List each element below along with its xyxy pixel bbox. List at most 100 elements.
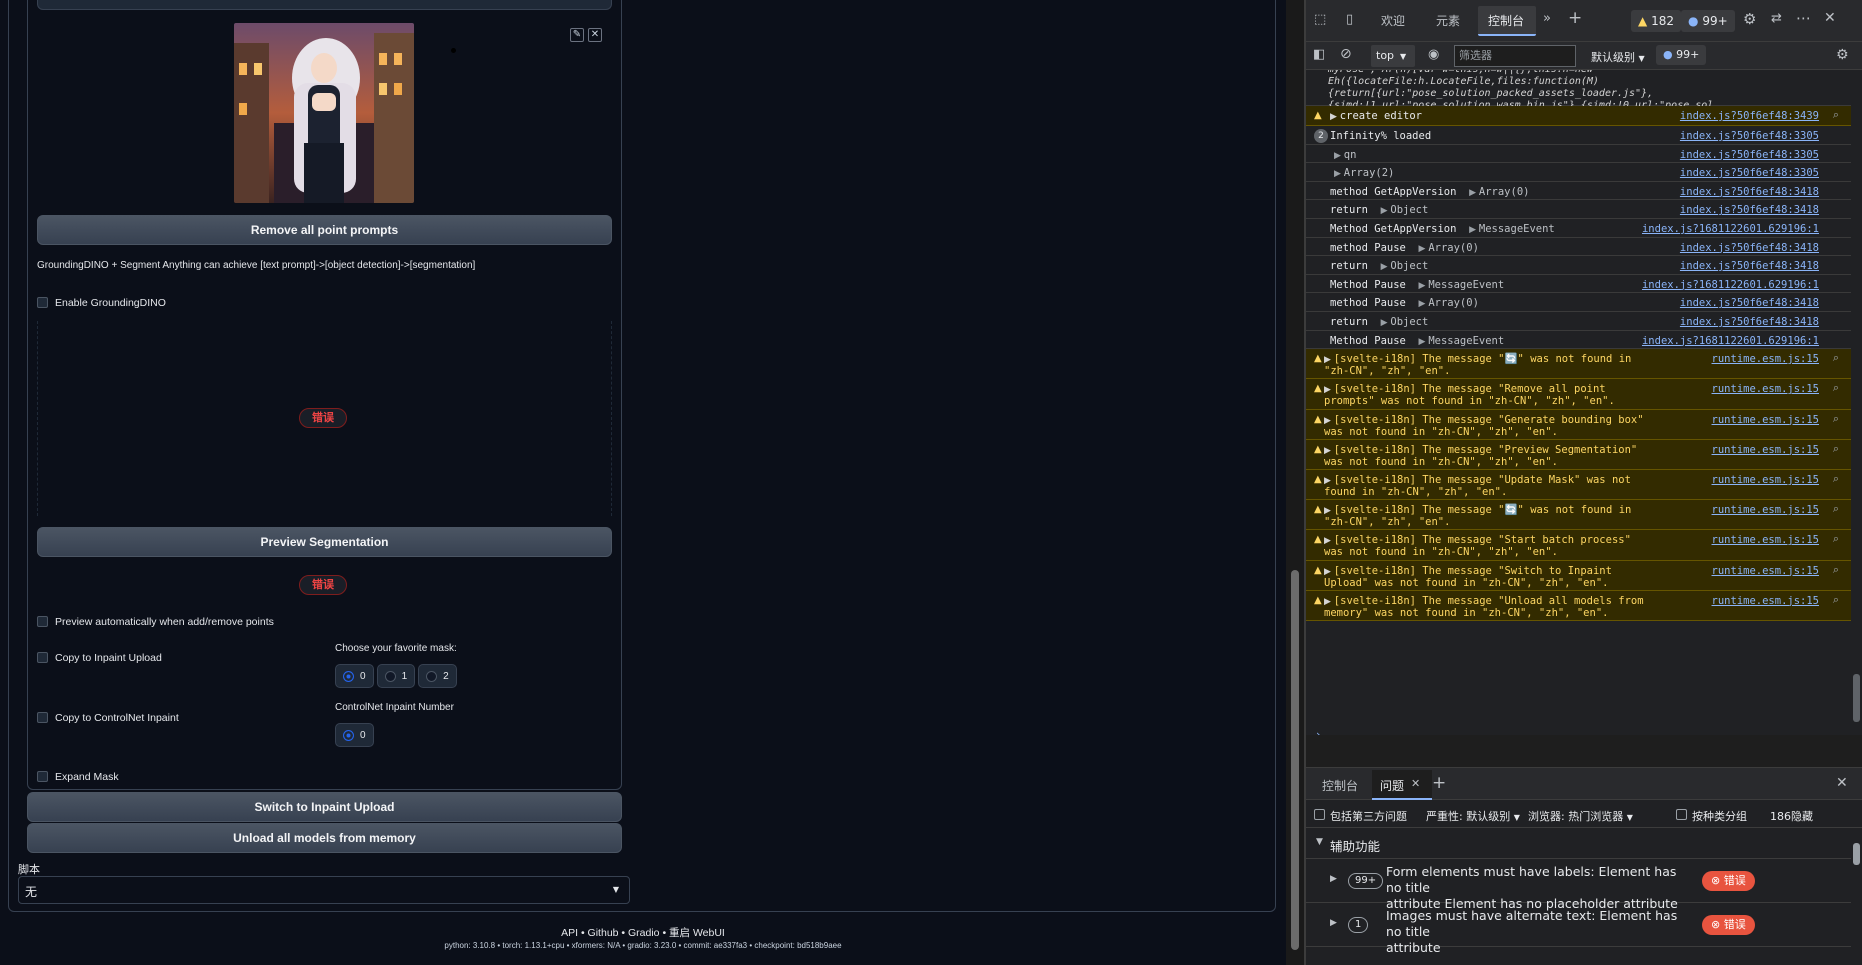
- severity-select[interactable]: 严重性: 默认级别 ▼: [1426, 808, 1520, 824]
- footer-links[interactable]: API • Github • Gradio • 重启 WebUI: [0, 925, 1286, 940]
- log-object[interactable]: Array(0): [1428, 297, 1479, 309]
- gear-icon[interactable]: ⚙: [1743, 10, 1756, 28]
- close-icon[interactable]: ✕: [1411, 777, 1420, 790]
- enable-groundingdino-checkbox[interactable]: [37, 297, 48, 308]
- console-source-link[interactable]: index.js?1681122601.629196:1: [1642, 278, 1819, 292]
- console-source-link[interactable]: index.js?50f6ef48:3439: [1680, 109, 1819, 123]
- sidebar-toggle-icon[interactable]: ◧: [1313, 47, 1325, 62]
- mask-option-2[interactable]: 2: [418, 664, 457, 688]
- expand-arrow-icon[interactable]: ▶: [1381, 262, 1391, 272]
- device-toolbar-icon[interactable]: ▯: [1346, 12, 1353, 27]
- expand-arrow-icon[interactable]: ▶: [1469, 188, 1479, 198]
- console-source-link[interactable]: runtime.esm.js:15: [1712, 443, 1819, 457]
- search-icon[interactable]: ⌕: [1833, 502, 1839, 516]
- eye-icon[interactable]: ◉: [1428, 47, 1439, 62]
- controlnet-option-0[interactable]: 0: [335, 723, 374, 747]
- expand-arrow-icon[interactable]: ▶: [1419, 337, 1429, 347]
- console-scrollbar[interactable]: [1851, 70, 1862, 735]
- issues-count-badge[interactable]: ● 99+: [1656, 45, 1707, 65]
- group-by-kind-checkbox[interactable]: [1676, 809, 1687, 820]
- expand-mask-checkbox[interactable]: [37, 771, 48, 782]
- console-source-link[interactable]: index.js?50f6ef48:3305: [1680, 148, 1819, 162]
- expand-arrow-icon[interactable]: ▶: [1381, 206, 1391, 216]
- console-source-link[interactable]: index.js?1681122601.629196:1: [1642, 222, 1819, 236]
- console-source-link[interactable]: index.js?50f6ef48:3305: [1680, 166, 1819, 180]
- message-count-badge[interactable]: ● 99+: [1681, 10, 1735, 32]
- console-source-link[interactable]: runtime.esm.js:15: [1712, 413, 1819, 427]
- close-icon[interactable]: ✕: [1824, 10, 1836, 26]
- log-object[interactable]: MessageEvent: [1428, 279, 1504, 291]
- console-warning[interactable]: ▲ ▶ [svelte-i18n] The message "Switch to …: [1306, 560, 1851, 591]
- console-log[interactable]: return ▶ Object index.js?50f6ef48:3418: [1306, 312, 1851, 331]
- log-object[interactable]: Object: [1390, 316, 1428, 328]
- console-warning[interactable]: ▲ ▶ [svelte-i18n] The message "Update Mas…: [1306, 470, 1851, 501]
- browser-select[interactable]: 浏览器: 热门浏览器 ▼: [1528, 808, 1633, 824]
- console-warning[interactable]: ▲ ▶ [svelte-i18n] The message "Unload all…: [1306, 590, 1851, 621]
- console-source-link[interactable]: index.js?50f6ef48:3418: [1680, 259, 1819, 273]
- drawer-tab-console[interactable]: 控制台: [1322, 777, 1358, 794]
- log-object[interactable]: MessageEvent: [1479, 223, 1555, 235]
- console-warning[interactable]: ▲ ▶ [svelte-i18n] The message "🔄" was not…: [1306, 349, 1851, 380]
- log-object[interactable]: MessageEvent: [1428, 335, 1504, 347]
- console-source-link[interactable]: runtime.esm.js:15: [1712, 503, 1819, 517]
- search-icon[interactable]: ⌕: [1833, 108, 1839, 122]
- add-tab-icon[interactable]: +: [1432, 773, 1446, 793]
- inspect-element-icon[interactable]: ⬚: [1314, 12, 1326, 27]
- log-object[interactable]: Array(0): [1479, 186, 1530, 198]
- issue-row[interactable]: ▶ 99+ Form elements must have labels: Elem…: [1306, 859, 1851, 911]
- search-icon[interactable]: ⌕: [1833, 412, 1839, 426]
- console-log[interactable]: Method Pause ▶ MessageEvent index.js?1681…: [1306, 331, 1851, 350]
- third-party-checkbox[interactable]: [1314, 809, 1325, 820]
- tab-elements[interactable]: 元素: [1436, 12, 1460, 29]
- remove-points-button[interactable]: Remove all point prompts: [37, 215, 612, 245]
- unload-models-button[interactable]: Unload all models from memory: [27, 823, 622, 853]
- search-icon[interactable]: ⌕: [1833, 351, 1839, 365]
- search-icon[interactable]: ⌕: [1833, 381, 1839, 395]
- console-warning[interactable]: ▲ ▶ [svelte-i18n] The message "Remove all…: [1306, 379, 1851, 410]
- issue-row[interactable]: ▶ 1 Images must have alternate text: Eleme…: [1306, 903, 1851, 955]
- console-log[interactable]: Method GetAppVersion ▶ MessageEvent index…: [1306, 219, 1851, 238]
- expand-arrow-icon[interactable]: ▶: [1419, 281, 1429, 291]
- connection-icon[interactable]: ⇄: [1771, 11, 1782, 26]
- issue-category[interactable]: ▼ 辅助功能: [1306, 829, 1851, 859]
- console-log[interactable]: ▶ qn index.js?50f6ef48:3305: [1306, 145, 1851, 164]
- console-source-link[interactable]: runtime.esm.js:15: [1712, 594, 1819, 608]
- switch-inpaint-button[interactable]: Switch to Inpaint Upload: [27, 792, 622, 822]
- console-source-link[interactable]: runtime.esm.js:15: [1712, 564, 1819, 578]
- console-source-link[interactable]: index.js?50f6ef48:162: [1686, 70, 1819, 72]
- console-warning[interactable]: ▲ ▶ [svelte-i18n] The message "Generate b…: [1306, 409, 1851, 440]
- console-log[interactable]: ▶ Array(2) index.js?50f6ef48:3305: [1306, 163, 1851, 182]
- expand-arrow-icon[interactable]: ▶: [1330, 112, 1340, 122]
- console-prompt-icon[interactable]: ›: [1316, 728, 1320, 735]
- console-log[interactable]: Method Pause ▶ MessageEvent index.js?1681…: [1306, 275, 1851, 294]
- filter-input[interactable]: 筛选器: [1454, 45, 1576, 67]
- log-object[interactable]: Array(0): [1428, 242, 1479, 254]
- expand-arrow-icon[interactable]: ▶: [1330, 918, 1337, 928]
- console-log[interactable]: method Pause ▶ Array(0) index.js?50f6ef48…: [1306, 293, 1851, 312]
- expand-arrow-icon[interactable]: ▶: [1330, 874, 1337, 884]
- expand-arrow-icon[interactable]: ▶: [1334, 151, 1344, 161]
- edit-icon[interactable]: ✎: [570, 28, 584, 42]
- console-warning[interactable]: ▲ ▶ [svelte-i18n] The message "🔄" was not…: [1306, 500, 1851, 531]
- console-source-link[interactable]: runtime.esm.js:15: [1712, 533, 1819, 547]
- context-select[interactable]: top ▼: [1371, 45, 1415, 67]
- mask-option-1[interactable]: 1: [376, 664, 416, 688]
- console-source-link[interactable]: index.js?50f6ef48:3418: [1680, 203, 1819, 217]
- console-source-link[interactable]: index.js?50f6ef48:3305: [1680, 129, 1819, 143]
- log-object[interactable]: Object: [1390, 260, 1428, 272]
- script-dropdown[interactable]: 无 ▼: [18, 876, 630, 904]
- console-source-link[interactable]: index.js?1681122601.629196:1: [1642, 334, 1819, 348]
- close-icon[interactable]: ✕: [1836, 775, 1848, 791]
- page-scrollbar-thumb[interactable]: [1291, 570, 1299, 950]
- console-log[interactable]: method Pause ▶ Array(0) index.js?50f6ef48…: [1306, 238, 1851, 257]
- preview-auto-checkbox[interactable]: [37, 616, 48, 627]
- console-source-link[interactable]: runtime.esm.js:15: [1712, 382, 1819, 396]
- tab-console[interactable]: 控制台: [1488, 12, 1524, 29]
- console-log[interactable]: return ▶ Object index.js?50f6ef48:3418: [1306, 200, 1851, 219]
- mask-option-0[interactable]: 0: [335, 664, 374, 688]
- tab-welcome[interactable]: 欢迎: [1381, 12, 1405, 29]
- expand-arrow-icon[interactable]: ▶: [1469, 225, 1479, 235]
- console-log[interactable]: 2 Infinity% loaded index.js?50f6ef48:3305: [1306, 126, 1851, 145]
- page-scrollbar[interactable]: [1286, 0, 1304, 965]
- console-source-link[interactable]: index.js?50f6ef48:3418: [1680, 296, 1819, 310]
